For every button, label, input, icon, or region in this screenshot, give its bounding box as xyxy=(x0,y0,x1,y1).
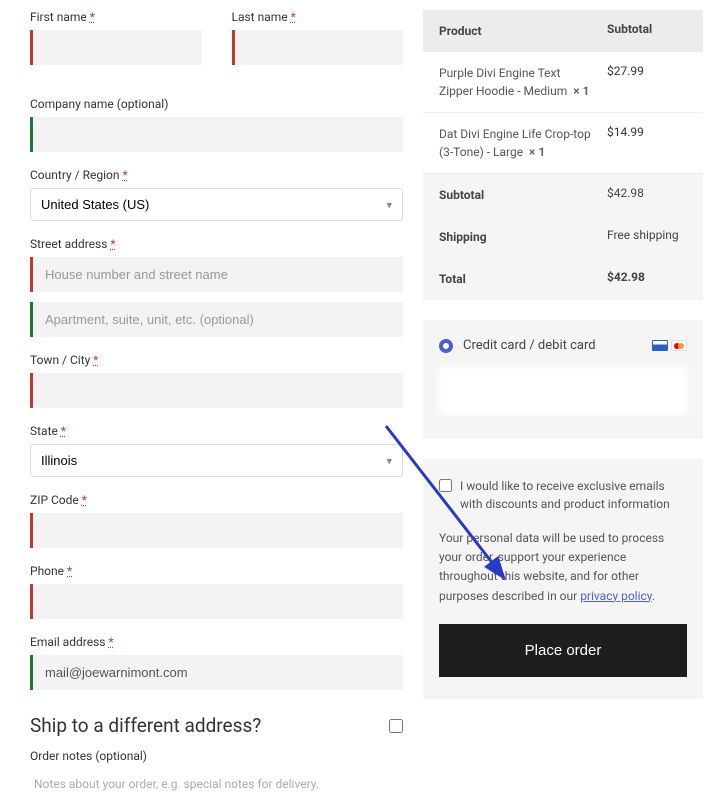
first-name-input[interactable] xyxy=(30,30,202,65)
order-summary-table: Product Subtotal Purple Divi Engine Text… xyxy=(423,10,703,300)
city-label: Town / City * xyxy=(30,353,403,367)
table-row: Dat Divi Engine Life Crop-top (3-Tone) -… xyxy=(423,113,703,174)
marketing-opt-in-label: I would like to receive exclusive emails… xyxy=(460,477,687,513)
card-brand-icons xyxy=(652,340,687,351)
subtotal-row: Subtotal $42.98 xyxy=(423,174,703,216)
zip-label: ZIP Code * xyxy=(30,493,403,507)
subtotal-header: Subtotal xyxy=(607,22,687,40)
state-select[interactable]: Illinois xyxy=(31,445,402,476)
email-label: Email address * xyxy=(30,635,403,649)
first-name-label: First name * xyxy=(30,10,202,24)
order-notes-placeholder: Notes about your order, e.g. special not… xyxy=(30,769,403,791)
state-label: State * xyxy=(30,424,403,438)
phone-label: Phone * xyxy=(30,564,403,578)
place-order-button[interactable]: Place order xyxy=(439,624,687,677)
payment-method-option[interactable]: Credit card / debit card xyxy=(439,338,687,353)
email-input[interactable] xyxy=(30,655,403,690)
city-input[interactable] xyxy=(30,373,403,408)
privacy-policy-link[interactable]: privacy policy xyxy=(580,589,652,603)
shipping-row: Shipping Free shipping xyxy=(423,216,703,258)
phone-input[interactable] xyxy=(30,584,403,619)
company-label: Company name (optional) xyxy=(30,97,403,111)
card-details-blurred xyxy=(439,367,687,415)
country-label: Country / Region * xyxy=(30,168,403,182)
country-select[interactable]: United States (US) xyxy=(31,189,402,220)
payment-method-label: Credit card / debit card xyxy=(463,338,596,353)
street-input[interactable] xyxy=(30,257,403,292)
marketing-opt-in-checkbox[interactable] xyxy=(439,479,452,492)
table-row: Purple Divi Engine Text Zipper Hoodie - … xyxy=(423,52,703,113)
radio-selected-icon xyxy=(439,339,453,353)
last-name-label: Last name * xyxy=(232,10,404,24)
ship-different-heading: Ship to a different address? xyxy=(30,714,261,737)
visa-icon xyxy=(652,340,668,351)
total-row: Total $42.98 xyxy=(423,258,703,300)
product-header: Product xyxy=(439,22,607,40)
mastercard-icon xyxy=(671,340,687,351)
privacy-disclosure: Your personal data will be used to proce… xyxy=(439,529,687,606)
street2-input[interactable] xyxy=(30,302,403,337)
ship-different-checkbox[interactable] xyxy=(389,719,403,733)
last-name-input[interactable] xyxy=(232,30,404,65)
company-input[interactable] xyxy=(30,117,403,152)
zip-input[interactable] xyxy=(30,513,403,548)
order-notes-label: Order notes (optional) xyxy=(30,749,403,763)
street-label: Street address * xyxy=(30,237,403,251)
